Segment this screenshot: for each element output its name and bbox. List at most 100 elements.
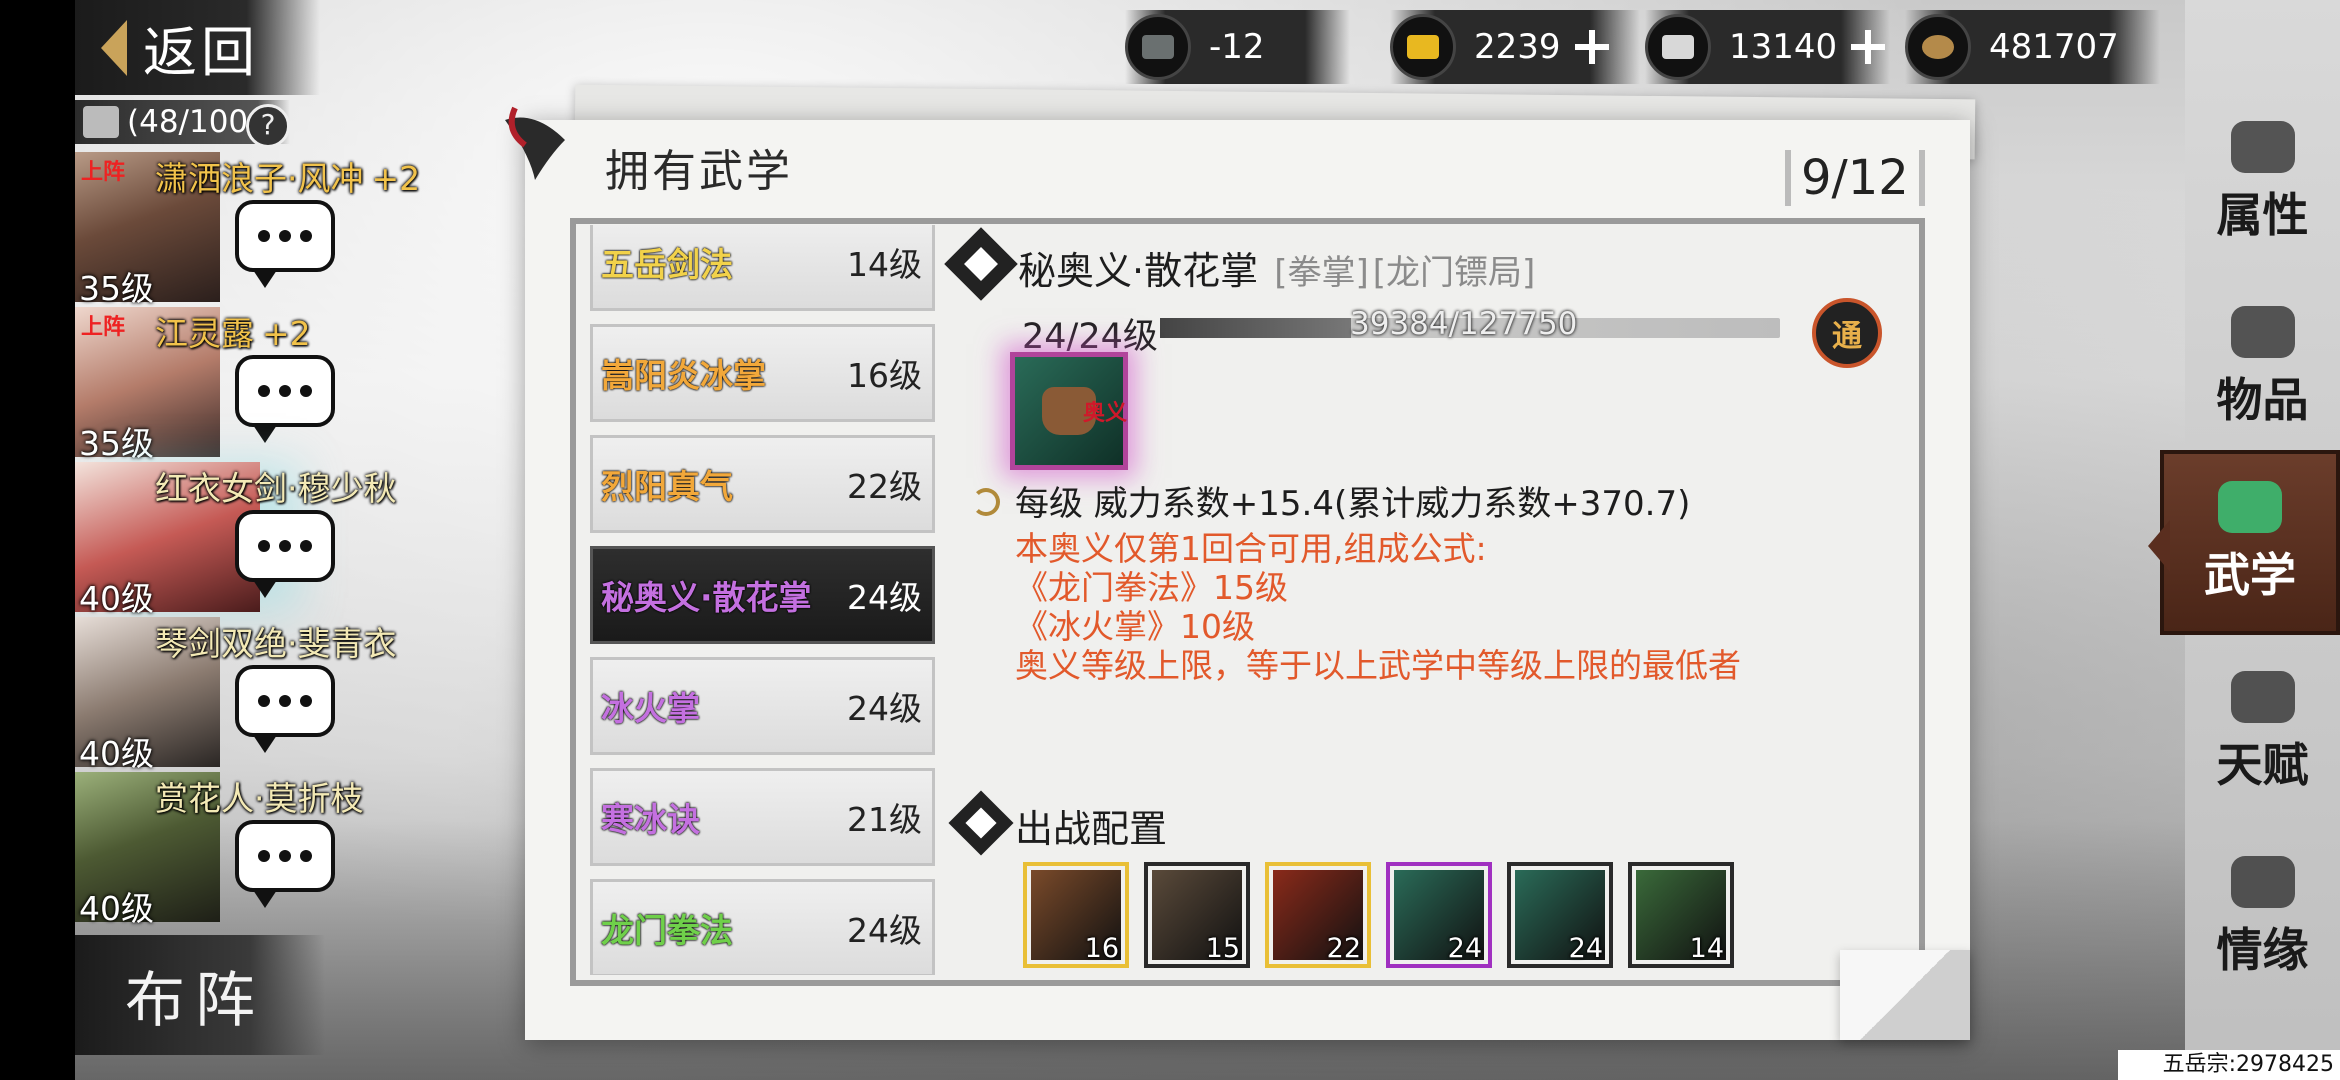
on-team-tag: 上阵 — [81, 160, 126, 185]
talent-tree-icon — [2230, 670, 2295, 723]
deploy-skill-slot[interactable]: 22 — [1265, 862, 1371, 968]
menu-martial-arts[interactable]: 武学 — [2160, 450, 2340, 635]
bowl-icon — [1125, 14, 1191, 80]
back-label: 返回 — [143, 21, 259, 84]
per-level-bonus: 每级 威力系数+15.4(累计威力系数+370.7) — [1015, 484, 1691, 524]
brush-emblem-icon — [505, 106, 565, 180]
deploy-skill-slot[interactable]: 14 — [1628, 862, 1734, 968]
character-name: 潇洒浪子·风冲 +2 — [155, 159, 421, 198]
character-level: 35级 — [79, 424, 154, 463]
menu-talents[interactable]: 天赋 — [2185, 655, 2340, 810]
formation-button[interactable]: 布阵 — [75, 935, 325, 1055]
character-level: 35级 — [79, 269, 154, 308]
skill-type-tag: [拳掌] — [1274, 253, 1369, 293]
skill-level: 24级 — [847, 578, 922, 617]
deploy-skill-slot[interactable]: 24 — [1507, 862, 1613, 968]
character-card[interactable]: 上阵 潇洒浪子·风冲 +2 35级 — [75, 152, 435, 308]
currency-value: 481707 — [1989, 27, 2119, 67]
back-button[interactable]: 返回 — [75, 0, 320, 95]
currency-value: -12 — [1209, 27, 1265, 67]
mastery-badge-icon[interactable]: 通 — [1812, 298, 1882, 368]
slot-level: 14 — [1689, 933, 1724, 964]
skill-list-item-selected[interactable]: 秘奥义·散花掌 24级 — [590, 546, 935, 644]
chat-bubble-icon[interactable] — [235, 510, 335, 598]
panel-title: 拥有武学 — [605, 146, 793, 197]
skill-name: 寒冰诀 — [601, 800, 700, 839]
skill-list-item[interactable]: 嵩阳炎冰掌 16级 — [590, 324, 935, 422]
chat-bubble-icon[interactable] — [235, 200, 335, 288]
skill-level: 14级 — [847, 245, 922, 284]
guild-id: 五岳宗:2978425 — [2118, 1050, 2340, 1080]
skill-name: 冰火掌 — [601, 689, 700, 728]
character-card[interactable]: 赏花人·莫折枝 40级 — [75, 772, 435, 928]
skill-name: 龙门拳法 — [601, 911, 733, 950]
skill-level: 24级 — [847, 911, 922, 950]
menu-active-chevron-icon — [2148, 520, 2170, 572]
skill-list-item[interactable]: 寒冰诀 21级 — [590, 768, 935, 866]
crescent-bullet-icon — [972, 488, 1000, 516]
skill-name: 嵩阳炎冰掌 — [601, 356, 766, 395]
skill-name: 秘奥义·散花掌 — [601, 578, 812, 617]
slot-level: 16 — [1084, 933, 1119, 964]
page-curl — [1840, 950, 1970, 1040]
currency-value: 2239 — [1474, 27, 1561, 67]
skill-list[interactable]: 五岳剑法 14级 嵩阳炎冰掌 16级 烈阳真气 22级 秘奥义·散花掌 24级 … — [590, 225, 940, 975]
skill-list-item[interactable]: 五岳剑法 14级 — [590, 225, 935, 311]
character-level: 40级 — [79, 579, 154, 618]
silver-ingot-icon — [1645, 14, 1711, 80]
chat-bubble-icon[interactable] — [235, 820, 335, 908]
right-menu: 属性 物品 武学 天赋 情缘 — [2160, 0, 2340, 1080]
chat-bubble-icon[interactable] — [235, 355, 335, 443]
currency-gold: 2239 — [1390, 10, 1640, 84]
skill-list-item[interactable]: 冰火掌 24级 — [590, 657, 935, 755]
currency-copper: 481707 — [1905, 10, 2160, 84]
character-name: 江灵露 +2 — [155, 314, 311, 353]
character-card[interactable]: 红衣女剑·穆少秋 40级 — [75, 462, 435, 618]
slot-level: 24 — [1447, 933, 1482, 964]
skill-note: 奥义等级上限，等于以上武学中等级上限的最低者 — [1015, 646, 1741, 685]
menu-bonds[interactable]: 情缘 — [2185, 840, 2340, 995]
character-card[interactable]: 琴剑双绝·斐青衣 40级 — [75, 617, 435, 773]
skill-level: 16级 — [847, 356, 922, 395]
skill-school-tag: [龙门镖局] — [1372, 253, 1536, 293]
deploy-title: 出战配置 — [1015, 807, 1168, 851]
slot-level: 24 — [1568, 933, 1603, 964]
roster-capacity-text: (48/100 — [127, 104, 249, 140]
skill-level: 21级 — [847, 800, 922, 839]
character-name: 红衣女剑·穆少秋 — [155, 469, 397, 508]
menu-attributes[interactable]: 属性 — [2185, 105, 2340, 260]
skill-list-item[interactable]: 烈阳真气 22级 — [590, 435, 935, 533]
exp-text: 39384/127750 — [1350, 306, 1578, 342]
skill-count: 9/12 — [1785, 150, 1925, 206]
slot-level: 15 — [1205, 933, 1240, 964]
gold-ingot-icon — [1390, 14, 1456, 80]
character-card[interactable]: 上阵 江灵露 +2 35级 — [75, 307, 435, 463]
chat-bubble-icon[interactable] — [235, 665, 335, 753]
add-silver-icon[interactable] — [1851, 30, 1886, 64]
on-team-tag: 上阵 — [81, 315, 126, 340]
scroll-book-icon — [2218, 480, 2282, 533]
help-icon[interactable]: ? — [246, 104, 290, 148]
currency-bowl: -12 — [1125, 10, 1350, 84]
back-chevron-icon — [101, 19, 127, 76]
add-gold-icon[interactable] — [1574, 30, 1609, 64]
character-name: 赏花人·莫折枝 — [155, 779, 364, 818]
skill-level: 22级 — [847, 467, 922, 506]
skill-name: 烈阳真气 — [601, 467, 733, 506]
skill-name: 五岳剑法 — [601, 245, 733, 284]
ultimate-seal: 奥义 — [1082, 401, 1127, 426]
skill-detail-title: 秘奥义·散花掌 [拳掌] [龙门镖局] — [1018, 249, 1536, 293]
deploy-skill-slot[interactable]: 16 — [1023, 862, 1129, 968]
character-level: 40级 — [79, 734, 154, 773]
character-name: 琴剑双绝·斐青衣 — [155, 624, 397, 663]
palm-skill-icon[interactable]: 奥义 — [1010, 352, 1128, 470]
gift-box-icon — [2230, 305, 2295, 358]
menu-items[interactable]: 物品 — [2185, 290, 2340, 445]
attributes-icon — [2230, 120, 2295, 173]
character-level: 40级 — [79, 889, 154, 928]
skill-level: 24级 — [847, 689, 922, 728]
deploy-skill-slot[interactable]: 15 — [1144, 862, 1250, 968]
skill-list-item[interactable]: 龙门拳法 24级 — [590, 879, 935, 975]
deploy-skill-slot[interactable]: 24 — [1386, 862, 1492, 968]
copper-coin-icon — [1905, 14, 1971, 80]
